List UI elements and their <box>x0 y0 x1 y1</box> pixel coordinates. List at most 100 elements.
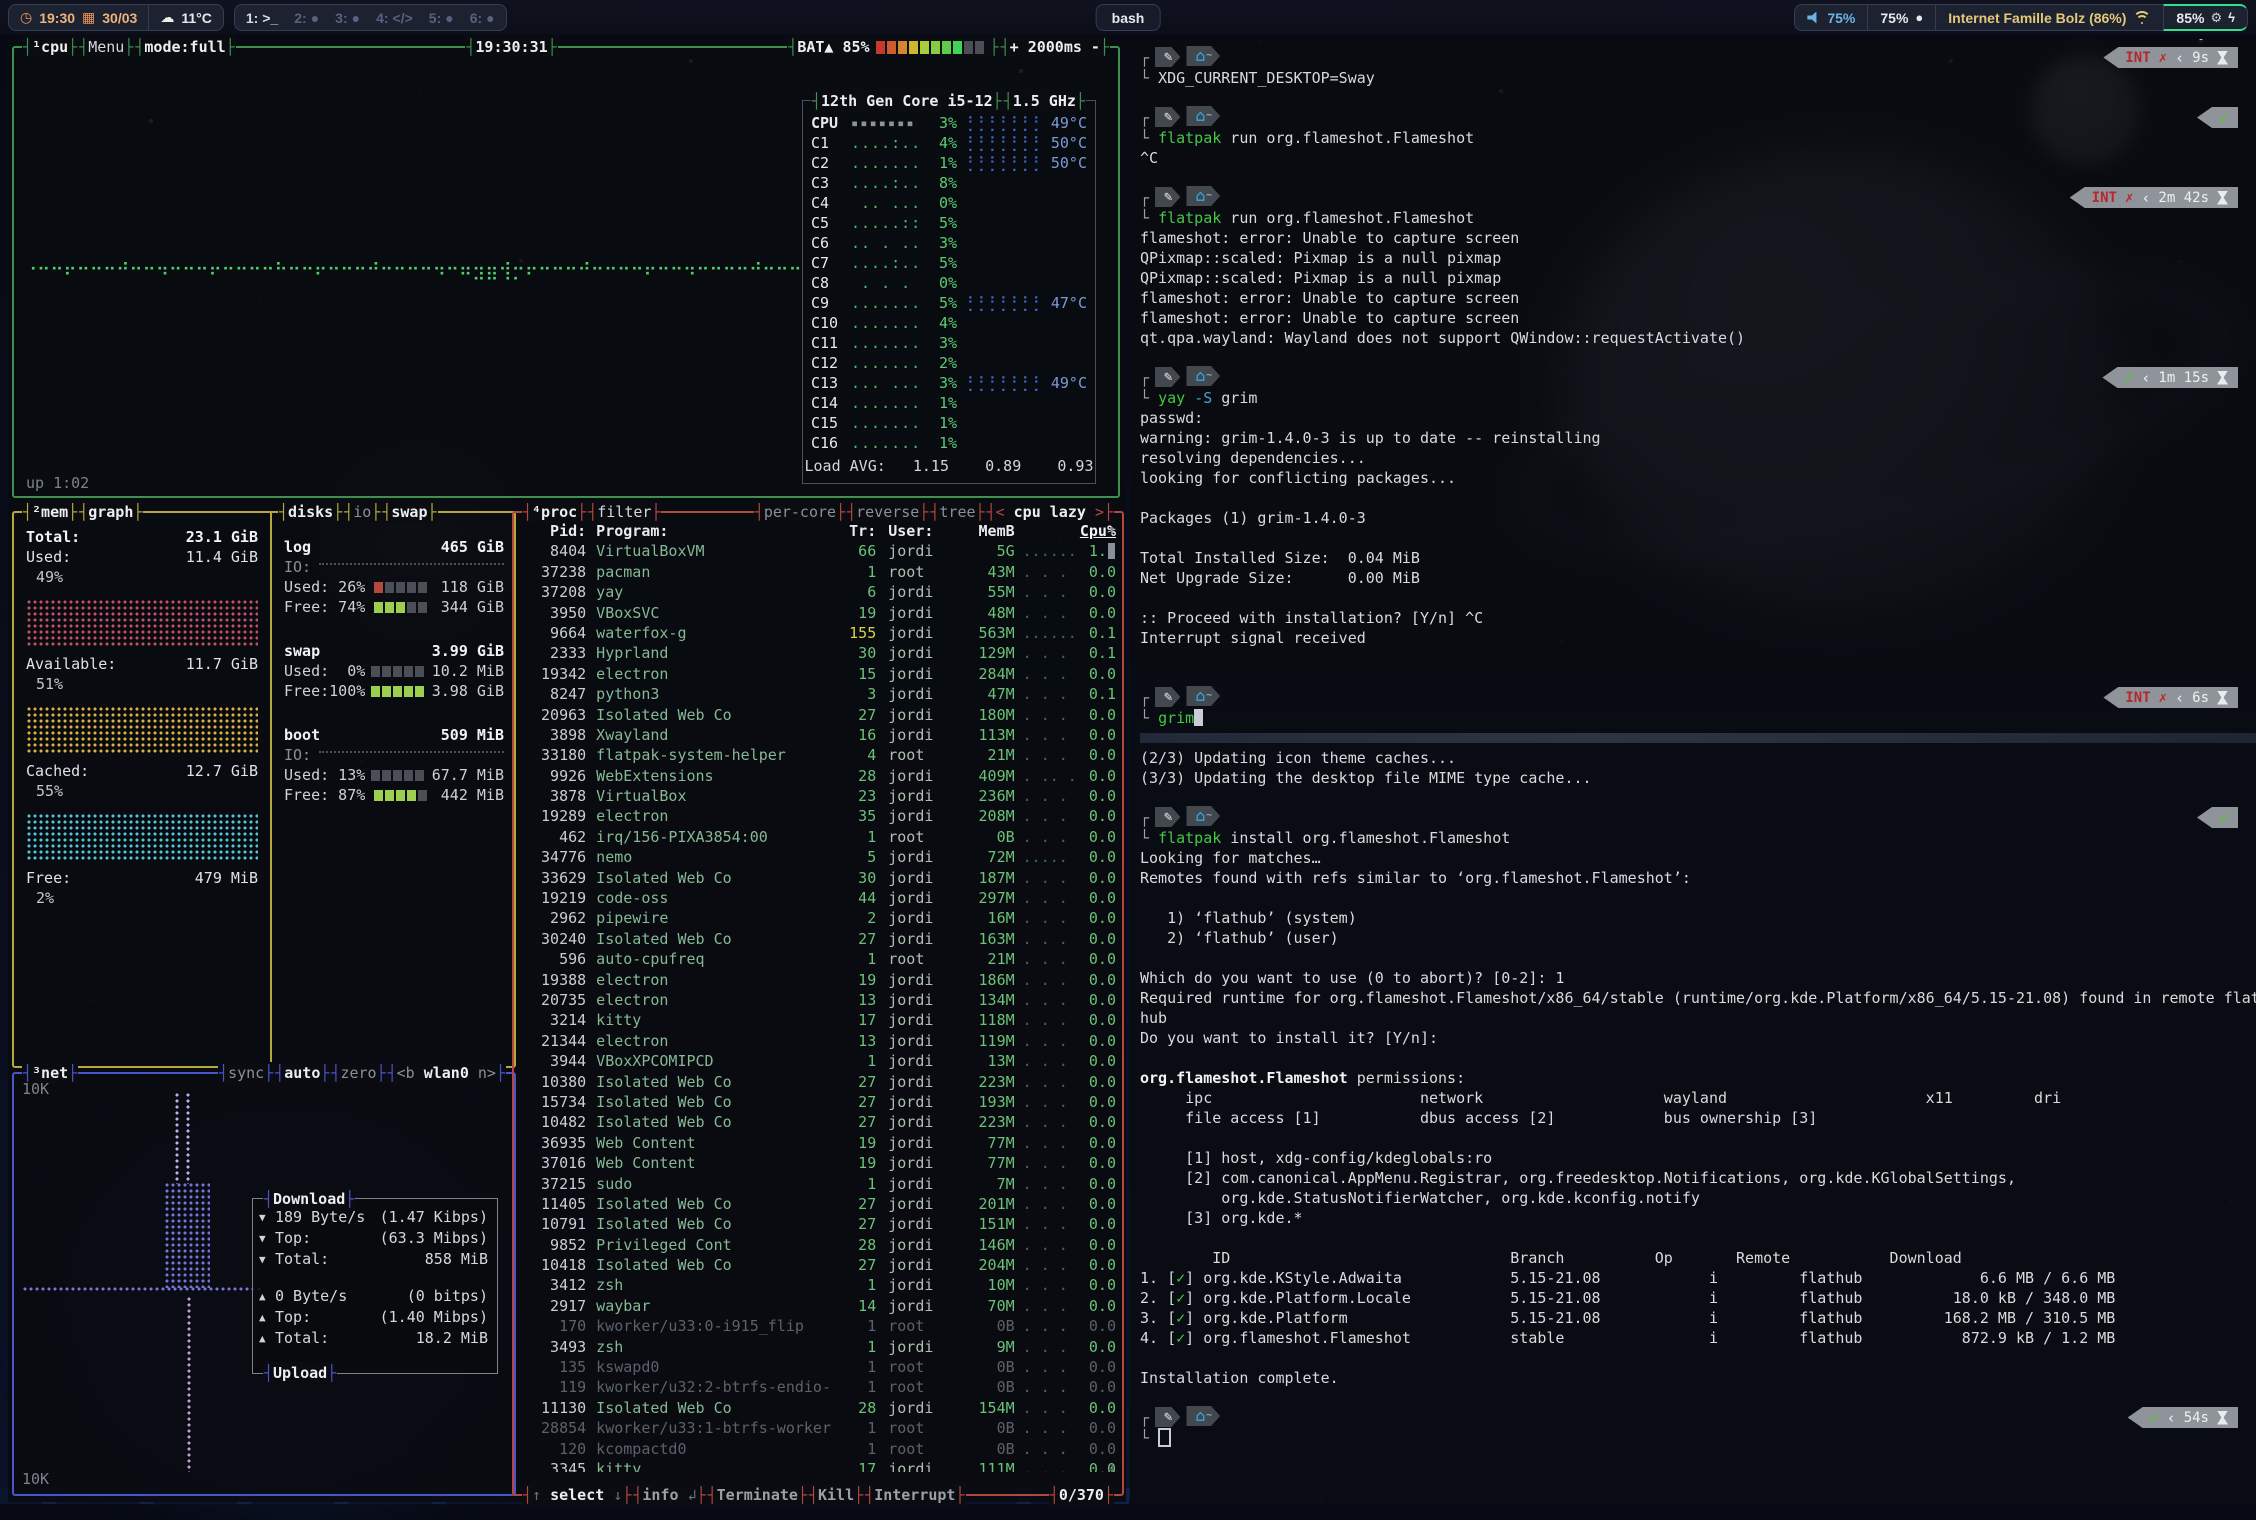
process-row[interactable]: 9852Privileged Cont28jordi146M. . . .0.0 <box>522 1235 1116 1255</box>
column-pid[interactable]: Pid: <box>522 521 586 541</box>
mode-toggle[interactable]: ┤mode:full├ <box>134 36 235 58</box>
workspace-button-6[interactable]: 6:● <box>470 10 495 26</box>
process-row[interactable]: 20963Isolated Web Co27jordi180M. . . .0.… <box>522 705 1116 725</box>
volume-module[interactable]: 75% <box>1794 4 1867 31</box>
process-row[interactable]: 33629Isolated Web Co30jordi187M. . . .0.… <box>522 868 1116 888</box>
disks-io-tab[interactable]: ┤io├ <box>343 501 381 523</box>
process-row[interactable]: 10380Isolated Web Co27jordi223M. . . .0.… <box>522 1072 1116 1092</box>
process-row[interactable]: 462irq/156-PIXA3854:001root0B. . . .0.0 <box>522 827 1116 847</box>
process-row[interactable]: 2333Hyprland30jordi129M. . . .0.1 <box>522 643 1116 663</box>
column-program[interactable]: Program: <box>586 521 839 541</box>
net-auto-toggle[interactable]: ┤auto├ <box>274 1062 330 1084</box>
workspace-button-1[interactable]: 1:>_ <box>246 10 278 26</box>
process-cpu: 0.0 <box>1075 1275 1116 1295</box>
process-row[interactable]: 3345kitty17jordi111M. . . .0.0↓ <box>522 1459 1116 1472</box>
update-interval[interactable]: ┤+ 2000ms -├ <box>1000 36 1110 58</box>
text-cursor[interactable] <box>1158 1428 1171 1447</box>
process-row[interactable]: 11130Isolated Web Co28jordi154M. . . .0.… <box>522 1398 1116 1418</box>
net-zero-toggle[interactable]: ┤zero├ <box>330 1062 386 1084</box>
process-row[interactable]: 3878VirtualBox23jordi236M. . . .0.0 <box>522 786 1116 806</box>
process-row[interactable]: 3898Xwayland16jordi113M. . . .0.0 <box>522 725 1116 745</box>
process-name: Privileged Cont <box>586 1235 839 1255</box>
shell-terminal[interactable]: ┌✎⌂~INT✗‹9s└ XDG_CURRENT_DESKTOP=Sway ┌✎… <box>1130 40 2256 1504</box>
proc-select-control[interactable]: ┤↑ select ↓├ <box>522 1484 632 1506</box>
mem-graph-tab[interactable]: ┤graph├ <box>78 501 143 523</box>
process-row[interactable]: 8404VirtualBoxVM66jordi5G.........1.7 <box>522 541 1116 561</box>
process-row[interactable]: 37208yay6jordi55M. . . .0.0 <box>522 582 1116 602</box>
process-row[interactable]: 2917waybar14jordi70M. . . .0.0 <box>522 1296 1116 1316</box>
process-row[interactable]: 9926WebExtensions28jordi409M. .. .0.0 <box>522 766 1116 786</box>
process-row[interactable]: 21344electron13jordi119M. . . .0.0 <box>522 1031 1116 1051</box>
process-row[interactable]: 11405Isolated Web Co27jordi201M. . . .0.… <box>522 1194 1116 1214</box>
process-row[interactable]: 3493zsh1jordi9M. . . .0.0 <box>522 1337 1116 1357</box>
process-row[interactable]: 10791Isolated Web Co27jordi151M. . . .0.… <box>522 1214 1116 1234</box>
workspace-button-2[interactable]: 2:● <box>294 10 319 26</box>
clock-module[interactable]: ◷ 19:30 ▦ 30/03 ☁ 11°C <box>8 4 224 31</box>
process-row[interactable]: 37215sudo1jordi7M. . . .0.0 <box>522 1174 1116 1194</box>
battery-module[interactable]: 85% ⚙ ϟ <box>2163 4 2248 31</box>
net-interface-selector[interactable]: ┤<b wlan0 n>├ <box>387 1062 506 1084</box>
process-row[interactable]: 19342electron15jordi284M. . . .0.0 <box>522 664 1116 684</box>
process-user: root <box>876 1377 960 1397</box>
process-threads: 1 <box>839 1377 876 1397</box>
process-row[interactable]: 10482Isolated Web Co27jordi223M. . . .0.… <box>522 1112 1116 1132</box>
process-row[interactable]: 37238pacman1root43M. . . .0.0 <box>522 562 1116 582</box>
process-row[interactable]: 34776nemo5jordi72M.....0.0 <box>522 847 1116 867</box>
mem-box-title[interactable]: ┤²mem├ <box>22 501 78 523</box>
process-row[interactable]: 3412zsh1jordi10M. . . .0.0 <box>522 1275 1116 1295</box>
process-row[interactable]: 20735electron13jordi134M. . . .0.0 <box>522 990 1116 1010</box>
process-row[interactable]: 28854kworker/u33:1-btrfs-worker1root0B. … <box>522 1418 1116 1438</box>
disks-swap-tab[interactable]: ┤swap├ <box>381 501 437 523</box>
net-sync-toggle[interactable]: ┤sync├ <box>218 1062 274 1084</box>
column-user[interactable]: User: <box>876 521 960 541</box>
process-row[interactable]: 135kswapd01root0B. . . .0.0 <box>522 1357 1116 1377</box>
column-threads[interactable]: Tr: <box>839 521 876 541</box>
proc-interrupt-button[interactable]: ┤Interrupt├ <box>864 1484 965 1506</box>
proc-sort-selector[interactable]: ┤< cpu lazy >├ <box>986 501 1114 523</box>
process-row[interactable]: 19219code-oss44jordi297M. . . .0.0 <box>522 888 1116 908</box>
disks-title[interactable]: ┤disks├ <box>278 501 343 523</box>
scrollbar-thumb[interactable] <box>1108 543 1115 559</box>
process-row[interactable]: 19289electron35jordi208M. . . .0.0 <box>522 806 1116 826</box>
process-row[interactable]: 119kworker/u32:2-btrfs-endio-1root0B. . … <box>522 1377 1116 1397</box>
proc-kill-button[interactable]: ┤Kill├ <box>808 1484 864 1506</box>
output-line: flameshot: error: Unable to capture scre… <box>1140 288 2256 308</box>
process-row[interactable]: 3944VBoxXPCOMIPCD1jordi13M. . . .0.0 <box>522 1051 1116 1071</box>
process-row[interactable]: 8247python33jordi47M. . . .0.1 <box>522 684 1116 704</box>
process-row[interactable]: 10418Isolated Web Co27jordi204M. . . .0.… <box>522 1255 1116 1275</box>
brightness-module[interactable]: 75% ● <box>1867 4 1935 31</box>
process-row[interactable]: 9664waterfox-g155jordi563M......0.1 <box>522 623 1116 643</box>
process-row[interactable]: 170kworker/u33:0-i915_flip1root0B. . . .… <box>522 1316 1116 1336</box>
process-row[interactable]: 3950VBoxSVC19jordi48M. . . .0.0 <box>522 603 1116 623</box>
proc-option-per-core[interactable]: ┤per-core├ <box>754 501 846 523</box>
network-module[interactable]: Internet Famille Bolz (86%) <box>1935 4 2163 31</box>
proc-box-title[interactable]: ┤⁴proc├ <box>522 501 587 523</box>
process-row[interactable]: 120kcompactd01root0B. . . .0.0 <box>522 1439 1116 1459</box>
scroll-down-icon[interactable]: ↓ <box>1108 1459 1116 1472</box>
process-cpu: 0.0 <box>1075 1337 1116 1357</box>
process-row[interactable]: 36935Web Content19jordi77M. . . .0.0 <box>522 1133 1116 1153</box>
net-stat-label: Total: <box>275 1328 329 1349</box>
scroll-up-icon[interactable]: ↑ <box>1108 521 1116 541</box>
process-row[interactable]: 2962pipewire2jordi16M. . . .0.0 <box>522 908 1116 928</box>
process-cpu-graph: . . . . <box>1015 786 1076 806</box>
workspace-button-3[interactable]: 3:● <box>335 10 360 26</box>
prompt-corner: └ <box>1140 1429 1158 1447</box>
workspace-button-4[interactable]: 4:</> <box>376 10 413 26</box>
process-row[interactable]: 33180flatpak-system-helper4root21M. . . … <box>522 745 1116 765</box>
process-row[interactable]: 30240Isolated Web Co27jordi163M. . . .0.… <box>522 929 1116 949</box>
workspace-button-5[interactable]: 5:● <box>429 10 454 26</box>
menu-button[interactable]: ┤Menu├ <box>78 36 134 58</box>
cpu-box-title[interactable]: ┤¹cpu├ <box>22 36 78 58</box>
process-row[interactable]: 15734Isolated Web Co27jordi193M. . . .0.… <box>522 1092 1116 1112</box>
proc-terminate-button[interactable]: ┤Terminate├ <box>707 1484 808 1506</box>
column-mem[interactable]: MemB <box>960 521 1014 541</box>
proc-info-button[interactable]: ┤info ↲├ <box>632 1484 706 1506</box>
process-row[interactable]: 3214kitty17jordi118M. . . .0.0 <box>522 1010 1116 1030</box>
process-row[interactable]: 19388electron19jordi186M. . . .0.0 <box>522 970 1116 990</box>
process-row[interactable]: 37016Web Content19jordi77M. . . .0.0 <box>522 1153 1116 1173</box>
proc-option-reverse[interactable]: ┤reverse├ <box>846 501 929 523</box>
process-row[interactable]: 596auto-cpufreq1root21M. . . .0.0 <box>522 949 1116 969</box>
proc-filter-button[interactable]: ┤filter├ <box>587 501 661 523</box>
proc-option-tree[interactable]: ┤tree├ <box>929 501 985 523</box>
